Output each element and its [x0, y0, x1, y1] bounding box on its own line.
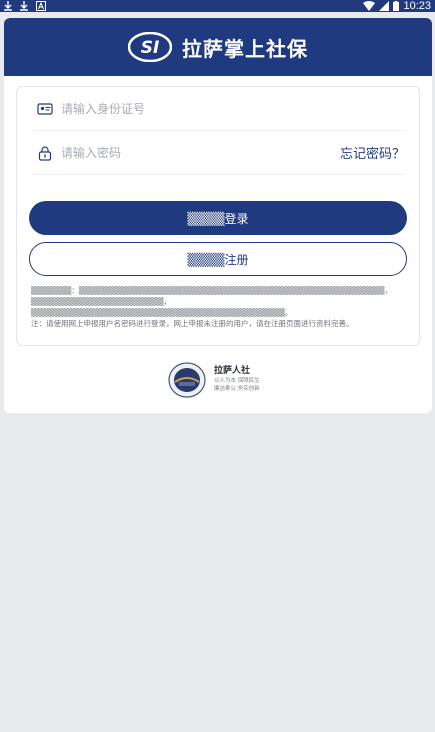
forgot-password-link[interactable]: 忘记密码？ [340, 143, 405, 162]
battery-icon [393, 1, 400, 11]
notice-line: ▒▒▒▒▒▒▒：▒▒▒▒▒▒▒▒▒▒▒▒▒▒▒▒▒▒▒▒▒▒▒▒▒▒▒▒▒▒▒▒… [31, 286, 393, 306]
login-form: 忘记密码？ ▒▒▒▒登录 ▒▒▒▒注册 ▒▒▒▒▒▒▒：▒▒▒▒▒▒▒▒▒▒▒▒… [16, 86, 420, 346]
status-right-icons: 10:23 [363, 0, 431, 12]
notice-line: ▒▒▒▒▒▒▒▒▒▒▒▒▒▒▒▒▒▒▒▒▒▒▒▒▒▒▒▒▒▒▒▒▒▒▒▒▒▒▒▒… [31, 308, 293, 317]
status-left-icons [4, 0, 46, 12]
login-button[interactable]: ▒▒▒▒登录 [29, 201, 407, 235]
notification-a-icon [36, 1, 46, 11]
signal-icon [379, 1, 390, 11]
password-input[interactable] [61, 141, 321, 165]
id-number-input[interactable] [61, 97, 321, 121]
id-card-icon [37, 103, 53, 115]
app-title: 拉萨掌上社保 [182, 36, 308, 61]
lhasa-hrss-emblem-icon [168, 362, 206, 398]
status-bar: 10:23 [0, 0, 435, 12]
footer-slogan-line: 以人为本 保障民生 [214, 378, 260, 384]
footer-brand: 拉萨人社 以人为本 保障民生 廉洁奉公 务实创新 [168, 362, 288, 398]
main-card: SI 拉萨掌上社保 忘记密码？ ▒▒▒▒登录 ▒▒▒▒注册 ▒▒▒▒▒▒▒：▒▒… [4, 18, 432, 413]
lock-icon [38, 146, 52, 161]
status-time: 10:23 [403, 0, 431, 12]
download-icon [4, 1, 12, 11]
id-number-field [33, 87, 405, 131]
wifi-icon [363, 1, 376, 11]
register-button[interactable]: ▒▒▒▒注册 [29, 242, 407, 276]
footer-slogan: 以人为本 保障民生 廉洁奉公 务实创新 [214, 377, 290, 393]
si-logo-icon: SI [128, 32, 172, 62]
password-field: 忘记密码？ [33, 131, 405, 175]
footer-title: 拉萨人社 [214, 366, 251, 376]
notice-line: 注：请使用网上申报用户名密码进行登录，网上申报未注册的用户，请在注册页面进行资料… [31, 319, 354, 328]
footer-slogan-line: 廉洁奉公 务实创新 [214, 386, 260, 392]
svg-text:SI: SI [141, 38, 160, 58]
download-icon [20, 1, 28, 11]
app-header: SI 拉萨掌上社保 [4, 18, 432, 76]
login-notice: ▒▒▒▒▒▒▒：▒▒▒▒▒▒▒▒▒▒▒▒▒▒▒▒▒▒▒▒▒▒▒▒▒▒▒▒▒▒▒▒… [31, 285, 409, 329]
